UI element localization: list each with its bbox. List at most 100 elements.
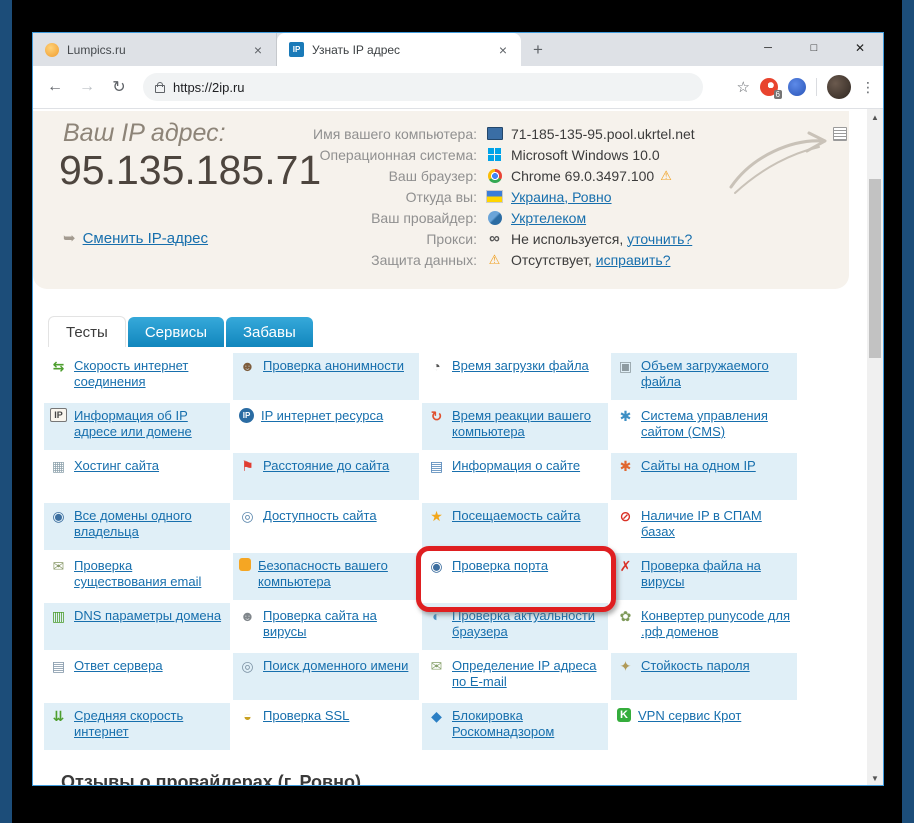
test-link[interactable]: Безопасность вашего компьютера bbox=[258, 558, 413, 590]
tab-services[interactable]: Сервисы bbox=[128, 317, 224, 347]
test-cell[interactable]: ▥DNS параметры домена bbox=[44, 603, 230, 650]
test-link[interactable]: Расстояние до сайта bbox=[263, 458, 389, 474]
test-link[interactable]: Проверка сайта на вирусы bbox=[263, 608, 413, 640]
test-cell[interactable]: ▦Хостинг сайта bbox=[44, 453, 230, 500]
test-cell[interactable]: ✱Система управления сайтом (CMS) bbox=[611, 403, 797, 450]
scrollbar-thumb[interactable] bbox=[869, 179, 881, 358]
test-cell[interactable]: ◆Блокировка Роскомнадзором bbox=[422, 703, 608, 750]
system-info-list: Имя вашего компьютера: 71-185-135-95.poo… bbox=[193, 123, 793, 270]
location-link[interactable]: Украина, Ровно bbox=[511, 189, 612, 205]
test-cell[interactable]: ◎Доступность сайта bbox=[233, 503, 419, 550]
test-cell[interactable]: ☻Проверка анонимности bbox=[233, 353, 419, 400]
section-tabs: Тесты Сервисы Забавы bbox=[48, 316, 313, 347]
test-cell[interactable]: ⚑Расстояние до сайта bbox=[233, 453, 419, 500]
test-link[interactable]: Проверка SSL bbox=[263, 708, 349, 724]
test-cell[interactable]: ◒ Проверка SSL bbox=[233, 703, 419, 750]
test-cell-port-check[interactable]: ◉Проверка порта bbox=[422, 553, 608, 600]
test-link[interactable]: Проверка анонимности bbox=[263, 358, 404, 374]
change-ip-link[interactable]: Сменить IP-адрес bbox=[83, 230, 208, 247]
test-cell[interactable]: ✿Конвертер punycode для .рф доменов bbox=[611, 603, 797, 650]
test-link[interactable]: VPN сервис Крот bbox=[638, 708, 741, 724]
test-link[interactable]: Проверка существования email bbox=[74, 558, 224, 590]
privacy-fix-link[interactable]: исправить? bbox=[596, 252, 671, 268]
test-link[interactable]: Объем загружаемого файла bbox=[641, 358, 791, 390]
back-button[interactable]: ← bbox=[41, 73, 69, 101]
test-cell[interactable]: ✱Сайты на одном IP bbox=[611, 453, 797, 500]
tab-title: Lumpics.ru bbox=[67, 43, 242, 57]
minimize-button[interactable]: ─ bbox=[745, 33, 791, 63]
test-cell[interactable]: ▣Объем загружаемого файла bbox=[611, 353, 797, 400]
test-cell[interactable]: IPIP интернет ресурса bbox=[233, 403, 419, 450]
test-cell[interactable]: ◐Проверка актуальности браузера bbox=[422, 603, 608, 650]
test-link[interactable]: Определение IP адреса по E-mail bbox=[452, 658, 602, 690]
test-cell[interactable]: ◔Время загрузки файла bbox=[422, 353, 608, 400]
provider-link[interactable]: Укртелеком bbox=[511, 210, 586, 226]
test-link[interactable]: DNS параметры домена bbox=[74, 608, 221, 624]
close-tab-icon[interactable]: × bbox=[495, 42, 511, 58]
test-cell[interactable]: ✉Определение IP адреса по E-mail bbox=[422, 653, 608, 700]
close-tab-icon[interactable]: × bbox=[250, 42, 266, 58]
test-cell[interactable]: ▤Информация о сайте bbox=[422, 453, 608, 500]
tab-tests[interactable]: Тесты bbox=[48, 316, 126, 347]
test-link[interactable]: Система управления сайтом (CMS) bbox=[641, 408, 791, 440]
scroll-down-icon[interactable]: ▼ bbox=[867, 771, 883, 785]
test-cell[interactable]: ↻Время реакции вашего компьютера bbox=[422, 403, 608, 450]
test-link[interactable]: Время реакции вашего компьютера bbox=[452, 408, 602, 440]
test-link[interactable]: Доступность сайта bbox=[263, 508, 377, 524]
test-link[interactable]: Посещаемость сайта bbox=[452, 508, 581, 524]
test-cell[interactable]: ⊘Наличие IP в СПАМ базах bbox=[611, 503, 797, 550]
new-tab-button[interactable]: + bbox=[533, 40, 543, 60]
test-cell[interactable]: ⇆Скорость интернет соединения bbox=[44, 353, 230, 400]
test-link[interactable]: Информация о сайте bbox=[452, 458, 580, 474]
reload-button[interactable]: ↻ bbox=[105, 73, 133, 101]
test-link[interactable]: Средняя скорость интернет bbox=[74, 708, 224, 740]
close-window-button[interactable]: ✕ bbox=[837, 33, 883, 63]
bookmark-star-icon[interactable]: ☆ bbox=[737, 78, 750, 96]
proxy-detail-link[interactable]: уточнить? bbox=[627, 231, 692, 247]
test-cell[interactable]: ✉Проверка существования email bbox=[44, 553, 230, 600]
test-cell[interactable]: ★ Посещаемость сайта bbox=[422, 503, 608, 550]
ssl-check-icon: ◒ bbox=[239, 708, 256, 724]
scrollbar[interactable]: ▲ ▼ bbox=[867, 109, 883, 786]
forward-button[interactable]: → bbox=[73, 73, 101, 101]
test-link[interactable]: Время загрузки файла bbox=[452, 358, 589, 374]
test-cell[interactable]: ▤Ответ сервера bbox=[44, 653, 230, 700]
test-cell[interactable]: ☻Проверка сайта на вирусы bbox=[233, 603, 419, 650]
test-link[interactable]: Ответ сервера bbox=[74, 658, 163, 674]
test-link[interactable]: Наличие IP в СПАМ базах bbox=[641, 508, 791, 540]
test-link[interactable]: Хостинг сайта bbox=[74, 458, 159, 474]
tab-fun[interactable]: Забавы bbox=[226, 317, 313, 347]
info-value: Chrome 69.0.3497.100 bbox=[511, 168, 654, 184]
test-link[interactable]: Проверка актуальности браузера bbox=[452, 608, 602, 640]
test-cell[interactable]: IPИнформация об IP адресе или домене bbox=[44, 403, 230, 450]
test-cell[interactable]: ◎Поиск доменного имени bbox=[233, 653, 419, 700]
test-link[interactable]: Блокировка Роскомнадзором bbox=[452, 708, 602, 740]
test-link[interactable]: Проверка файла на вирусы bbox=[641, 558, 791, 590]
test-cell[interactable]: ⇊Средняя скорость интернет bbox=[44, 703, 230, 750]
test-cell[interactable]: ✗Проверка файла на вирусы bbox=[611, 553, 797, 600]
test-link[interactable]: Все домены одного владельца bbox=[74, 508, 224, 540]
browser-menu-icon[interactable]: ⋮ bbox=[861, 79, 875, 96]
profile-avatar[interactable] bbox=[827, 75, 851, 99]
test-link[interactable]: IP интернет ресурса bbox=[261, 408, 383, 424]
address-bar[interactable]: https://2ip.ru bbox=[143, 73, 703, 101]
test-cell[interactable]: ✦Стойкость пароля bbox=[611, 653, 797, 700]
extension-icon[interactable]: 6 bbox=[760, 78, 778, 96]
test-link[interactable]: Информация об IP адресе или домене bbox=[74, 408, 224, 440]
site-visits-icon: ★ bbox=[428, 508, 445, 524]
test-cell[interactable]: ◉Все домены одного владельца bbox=[44, 503, 230, 550]
tab-lumpics[interactable]: Lumpics.ru × bbox=[33, 33, 277, 66]
page-settings-icon[interactable] bbox=[833, 127, 847, 141]
test-link[interactable]: Поиск доменного имени bbox=[263, 658, 408, 674]
globe-extension-icon[interactable] bbox=[788, 78, 806, 96]
test-link[interactable]: Сайты на одном IP bbox=[641, 458, 756, 474]
maximize-button[interactable]: □ bbox=[791, 33, 837, 63]
test-link[interactable]: Стойкость пароля bbox=[641, 658, 750, 674]
test-link[interactable]: Скорость интернет соединения bbox=[74, 358, 224, 390]
tab-2ip-active[interactable]: IP Узнать IP адрес × bbox=[277, 33, 521, 66]
scroll-up-icon[interactable]: ▲ bbox=[867, 110, 883, 124]
port-check-link[interactable]: Проверка порта bbox=[452, 558, 548, 574]
test-cell[interactable]: Безопасность вашего компьютера bbox=[233, 553, 419, 600]
test-cell[interactable]: KVPN сервис Крот bbox=[611, 703, 797, 750]
test-link[interactable]: Конвертер punycode для .рф доменов bbox=[641, 608, 791, 640]
